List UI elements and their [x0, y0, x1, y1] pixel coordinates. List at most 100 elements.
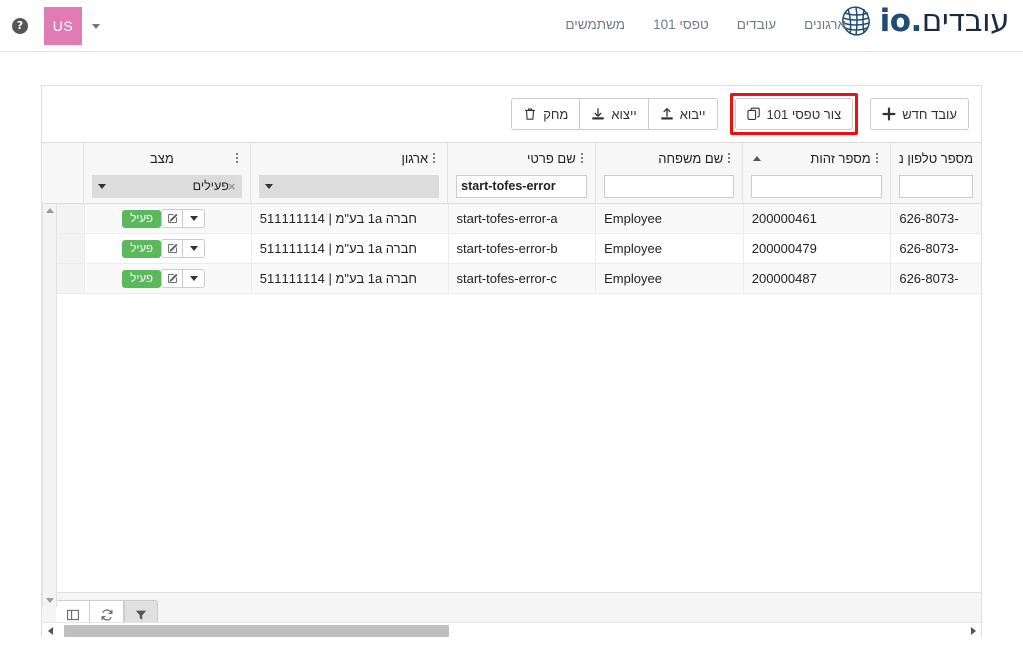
column-label-id: מספר זהות: [810, 150, 871, 166]
chevron-down-icon: [189, 246, 198, 251]
horizontal-scrollbar[interactable]: [42, 622, 981, 638]
grid-body: -626-8073 200000461 Employee start-tofes…: [42, 204, 981, 607]
column-title-phone: מספר טלפון נ: [891, 143, 981, 173]
table-row[interactable]: -626-8073 200000487 Employee start-tofes…: [42, 264, 981, 294]
clear-filter-icon[interactable]: ×: [228, 179, 236, 194]
column-label-phone: מספר טלפון נ: [898, 150, 973, 166]
column-filter-first-name: start-tofes-error: [448, 173, 595, 203]
filter-select-organization[interactable]: [259, 174, 440, 198]
column-menu-kebab-icon[interactable]: [872, 153, 882, 164]
export-button[interactable]: ייצוא: [580, 98, 649, 130]
copy-icon: [746, 107, 760, 120]
download-icon: [592, 108, 605, 120]
cell-first-name: start-tofes-error-a: [447, 204, 596, 233]
cell-surname: Employee: [595, 264, 743, 293]
help-icon[interactable]: ?: [12, 18, 28, 34]
row-dropdown-button[interactable]: [183, 239, 206, 258]
row-edit-button[interactable]: [161, 269, 184, 288]
column-menu-kebab-icon[interactable]: [429, 153, 439, 164]
scroll-left-arrow-icon[interactable]: [42, 623, 58, 639]
column-title-organization: ארגון: [251, 143, 447, 173]
row-dropdown-button[interactable]: [183, 269, 206, 288]
cell-id: 200000479: [742, 234, 891, 263]
column-label-surname: שם משפחה: [658, 150, 724, 166]
nav-item-users[interactable]: משתמשים: [551, 15, 639, 35]
sort-ascending-icon[interactable]: [753, 155, 762, 161]
plus-icon: [882, 107, 896, 121]
cell-surname: Employee: [595, 234, 743, 263]
nav-item-forms-101[interactable]: טפסי 101: [639, 15, 723, 35]
table-row[interactable]: -626-8073 200000461 Employee start-tofes…: [42, 204, 981, 234]
import-button[interactable]: ייבוא: [648, 98, 718, 130]
cell-id: 200000487: [742, 264, 891, 293]
column-header-phone[interactable]: מספר טלפון נ: [889, 143, 981, 203]
scroll-right-arrow-icon[interactable]: [965, 623, 981, 639]
column-header-first-name[interactable]: שם פרטי start-tofes-error: [447, 143, 595, 203]
app-logo[interactable]: עובדים.io: [839, 3, 1010, 39]
cell-organization: חברה 1a בע"מ | 511111114: [250, 234, 448, 263]
column-title-surname: שם משפחה: [596, 143, 743, 173]
status-badge: פעיל: [122, 269, 162, 288]
cell-status: פעיל: [83, 204, 251, 233]
nav-item-employees[interactable]: עובדים: [723, 15, 790, 35]
horizontal-scroll-thumb[interactable]: [64, 624, 449, 637]
cell-first-name: start-tofes-error-c: [447, 264, 596, 293]
employees-card: עובד חדש צור טפסי 101 ייבוא ייצוא מחק מס…: [41, 85, 982, 638]
delete-label: מחק: [543, 106, 569, 122]
column-header-organization[interactable]: ארגון: [250, 143, 448, 203]
upload-icon: [661, 108, 673, 120]
horizontal-scroll-track[interactable]: [58, 623, 965, 638]
refresh-icon: [101, 609, 112, 621]
logo-suffix: .io: [879, 3, 923, 39]
column-title-first-name: שם פרטי: [448, 143, 595, 173]
row-actions: [161, 209, 206, 228]
scroll-up-arrow-icon[interactable]: [43, 204, 56, 217]
row-edit-button[interactable]: [161, 209, 184, 228]
table-row[interactable]: -626-8073 200000479 Employee start-tofes…: [42, 234, 981, 264]
column-label-status: מצב: [149, 150, 174, 166]
row-actions: [161, 269, 206, 288]
column-filter-organization: [251, 173, 447, 203]
cell-phone: -626-8073: [890, 234, 981, 263]
filter-input-id[interactable]: [751, 174, 882, 198]
column-label-organization: ארגון: [401, 150, 429, 166]
data-grid: מספר טלפון נ מספר זהות שם משפחה שם פרטי …: [42, 142, 981, 638]
cell-first-name: start-tofes-error-b: [447, 234, 596, 263]
column-header-surname[interactable]: שם משפחה: [594, 143, 743, 203]
new-employee-button[interactable]: עובד חדש: [870, 98, 969, 130]
user-area: ? US: [0, 0, 100, 52]
filter-input-surname[interactable]: [603, 174, 735, 198]
row-edit-button[interactable]: [161, 239, 184, 258]
row-dropdown-button[interactable]: [183, 209, 206, 228]
user-menu-chevron-down-icon[interactable]: [92, 23, 100, 29]
funnel-filter-icon: [135, 610, 147, 620]
column-header-id[interactable]: מספר זהות: [742, 143, 890, 203]
filter-input-phone[interactable]: [898, 174, 973, 198]
grid-header-row: מספר טלפון נ מספר זהות שם משפחה שם פרטי …: [42, 142, 981, 204]
delete-button[interactable]: מחק: [511, 98, 581, 130]
cell-status: פעיל: [83, 234, 251, 263]
scroll-down-arrow-icon[interactable]: [43, 594, 56, 607]
status-badge: פעיל: [122, 209, 162, 228]
import-label: ייבוא: [679, 106, 706, 122]
column-header-status[interactable]: מצב פעילים ×: [83, 143, 251, 203]
new-employee-label: עובד חדש: [902, 106, 957, 122]
create-forms-101-button[interactable]: צור טפסי 101: [734, 98, 854, 130]
column-filter-phone: [891, 173, 981, 203]
column-menu-kebab-icon[interactable]: [724, 153, 734, 164]
vertical-scrollbar[interactable]: [42, 204, 57, 607]
filter-input-first-name[interactable]: start-tofes-error: [456, 174, 587, 198]
column-title-spacer: [42, 143, 83, 173]
filter-select-status[interactable]: פעילים ×: [92, 174, 243, 198]
column-title-status: מצב: [84, 143, 250, 173]
cell-surname: Employee: [595, 204, 743, 233]
avatar[interactable]: US: [44, 7, 82, 45]
cell-organization: חברה 1a בע"מ | 511111114: [250, 204, 448, 233]
column-filter-id: [743, 173, 890, 203]
column-menu-kebab-icon[interactable]: [577, 153, 587, 164]
column-menu-kebab-icon[interactable]: [232, 153, 242, 164]
nav-item-organizations[interactable]: ארגונים: [790, 15, 860, 35]
create-forms-101-highlight: צור טפסי 101: [729, 93, 859, 135]
column-title-id: מספר זהות: [743, 143, 890, 173]
top-navigation-bar: עובדים.io ארגונים עובדים טפסי 101 משתמשי…: [0, 0, 1023, 52]
